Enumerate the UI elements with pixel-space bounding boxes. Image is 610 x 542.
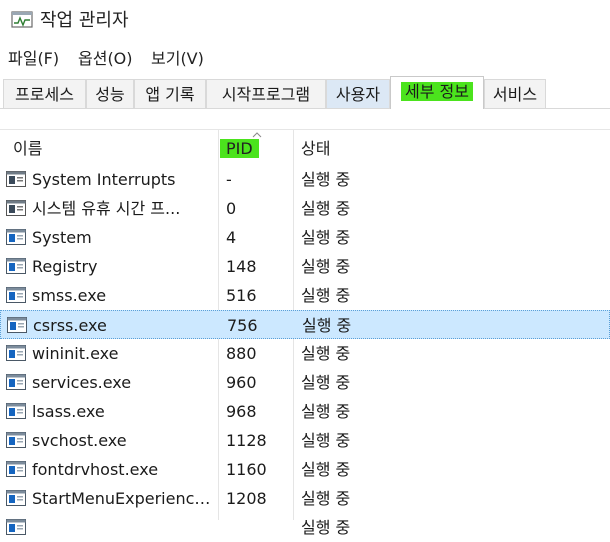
process-status: 실행 중 [301,431,351,450]
process-name: Registry [32,257,98,276]
window-process-icon [6,432,26,448]
window-title: 작업 관리자 [40,10,129,31]
process-name: svchost.exe [32,431,127,450]
process-pid: 960 [226,373,257,392]
process-pid: 968 [226,402,257,421]
process-name: lsass.exe [32,402,105,421]
process-name: wininit.exe [32,344,119,363]
tab-users[interactable]: 사용자 [326,79,390,108]
window-process-icon [6,374,26,390]
window-process-icon [6,258,26,274]
window-process-icon [6,403,26,419]
menu-file[interactable]: 파일(F) [8,46,59,72]
tab-processes[interactable]: 프로세스 [3,79,86,108]
process-pid: 880 [226,344,257,363]
column-header: 이름 PID 상태 [0,129,610,166]
process-status: 실행 중 [301,228,351,247]
process-name: services.exe [32,373,132,392]
table-row[interactable]: 시스템 유휴 시간 프... 0 실행 중 [0,194,610,223]
window-process-icon [6,519,26,535]
process-name: csrss.exe [33,316,107,335]
table-row[interactable]: fontdrvhost.exe 1160 실행 중 [0,455,610,484]
table-row[interactable]: System 4 실행 중 [0,223,610,252]
tab-app-history[interactable]: 앱 기록 [134,79,206,108]
window-process-icon [6,229,26,245]
table-row[interactable]: StartMenuExperience... 1208 실행 중 [0,484,610,513]
menu-view[interactable]: 보기(V) [151,46,204,72]
process-status: 실행 중 [301,199,351,218]
window-process-icon [7,317,27,333]
window-process-icon [6,490,26,506]
table-row[interactable]: smss.exe 516 실행 중 [0,281,610,310]
process-pid: 756 [227,316,258,335]
process-status: 실행 중 [301,286,351,305]
sort-ascending-icon [252,132,262,138]
process-pid: 0 [226,199,237,218]
process-status: 실행 중 [301,518,351,537]
table-row[interactable]: csrss.exe 756 실행 중 [0,310,610,339]
table-row[interactable]: wininit.exe 880 실행 중 [0,339,610,368]
system-process-icon [6,171,26,187]
tab-startup[interactable]: 시작프로그램 [206,79,326,108]
table-row[interactable]: svchost.exe 1128 실행 중 [0,426,610,455]
tab-services[interactable]: 서비스 [484,79,546,108]
process-pid: 1160 [226,460,267,479]
process-name: smss.exe [32,286,107,305]
table-row[interactable]: System Interrupts - 실행 중 [0,165,610,194]
process-name: fontdrvhost.exe [32,460,159,479]
process-status: 실행 중 [301,489,351,508]
process-pid: 4 [226,228,237,247]
process-status: 실행 중 [301,257,351,276]
process-status: 실행 중 [301,460,351,479]
process-status: 실행 중 [301,402,351,421]
tab-details[interactable]: 세부 정보 [390,76,484,109]
tab-performance[interactable]: 성능 [86,79,134,108]
process-pid: 1128 [226,431,267,450]
table-row[interactable]: services.exe 960 실행 중 [0,368,610,397]
menu-bar: 파일(F) 옵션(O) 보기(V) [0,46,610,72]
process-status: 실행 중 [302,316,352,335]
header-status[interactable]: 상태 [301,138,330,160]
system-process-icon [6,200,26,216]
process-pid: - [226,170,232,189]
tab-bar: 프로세스 성능 앱 기록 시작프로그램 사용자 세부 정보 서비스 [0,76,610,109]
process-status: 실행 중 [301,170,351,189]
process-pid: 148 [226,257,257,276]
window-process-icon [6,345,26,361]
table-row[interactable]: 실행 중 [0,513,610,542]
tab-underline [0,108,610,109]
process-name: StartMenuExperience... [32,489,216,508]
menu-options[interactable]: 옵션(O) [78,46,133,72]
process-status: 실행 중 [301,344,351,363]
process-name: System Interrupts [32,170,176,189]
header-name[interactable]: 이름 [13,138,42,160]
header-pid[interactable]: PID [220,138,259,160]
title-bar: 작업 관리자 [0,0,610,42]
task-manager-icon [11,11,33,28]
window-process-icon [6,461,26,477]
process-name: 시스템 유휴 시간 프... [32,199,181,218]
table-row[interactable]: Registry 148 실행 중 [0,252,610,281]
window-process-icon [6,287,26,303]
process-status: 실행 중 [301,373,351,392]
process-pid: 516 [226,286,257,305]
process-pid: 1208 [226,489,267,508]
process-name: System [32,228,92,247]
table-row[interactable]: lsass.exe 968 실행 중 [0,397,610,426]
